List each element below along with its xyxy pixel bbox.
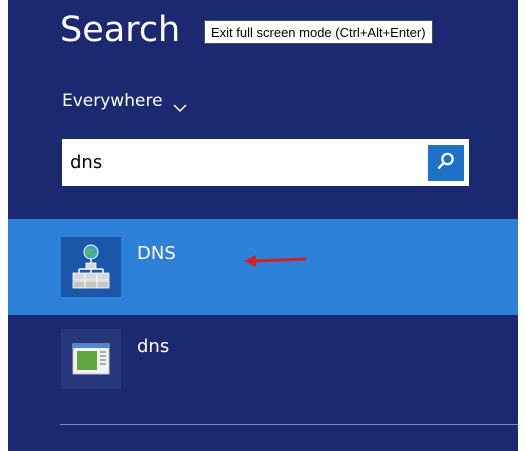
dns-manager-icon xyxy=(61,237,121,297)
search-scope-label: Everywhere xyxy=(62,91,163,111)
search-button[interactable] xyxy=(428,144,464,181)
window-app-icon xyxy=(61,329,121,389)
page-title: Search xyxy=(60,10,181,50)
search-result-label: DNS xyxy=(137,243,176,264)
results-divider xyxy=(60,424,518,425)
search-box xyxy=(62,139,469,186)
screenshot-frame-edge xyxy=(518,0,526,451)
search-charm-panel: Search Exit full screen mode (Ctrl+Alt+E… xyxy=(8,0,518,451)
search-result-label: dns xyxy=(137,336,170,357)
search-icon xyxy=(436,151,456,175)
chevron-down-icon xyxy=(173,96,187,113)
exit-full-screen-tooltip: Exit full screen mode (Ctrl+Alt+Enter) xyxy=(204,20,433,44)
search-input[interactable] xyxy=(62,139,428,186)
search-scope-dropdown[interactable]: Everywhere xyxy=(62,89,187,113)
red-arrow-left-icon xyxy=(244,255,307,267)
search-result-dns-command[interactable]: dns xyxy=(8,315,518,411)
